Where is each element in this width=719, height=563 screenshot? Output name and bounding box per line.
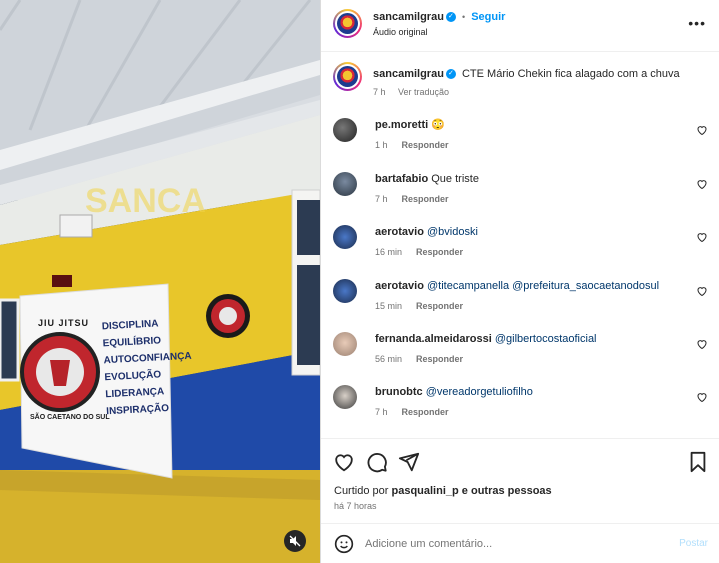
like-comment-icon[interactable] bbox=[696, 178, 708, 190]
caption-username[interactable]: sancamilgrau bbox=[373, 68, 444, 80]
commenter-avatar[interactable] bbox=[333, 279, 357, 303]
see-translation-link[interactable]: Ver tradução bbox=[398, 87, 449, 97]
caption: sancamilgrau ✓ CTE Mário Chekin fica alag… bbox=[321, 62, 719, 102]
caption-avatar[interactable] bbox=[333, 62, 362, 91]
comment-username[interactable]: brunobtc bbox=[375, 386, 423, 398]
like-icon[interactable] bbox=[333, 451, 355, 473]
comment-time: 16 min bbox=[375, 247, 403, 257]
separator-dot: • bbox=[461, 12, 466, 22]
like-comment-icon[interactable] bbox=[696, 391, 708, 403]
author-avatar[interactable] bbox=[333, 9, 362, 38]
comment-time: 7 h bbox=[375, 194, 388, 204]
comment-time: 1 h bbox=[375, 140, 388, 150]
like-comment-icon[interactable] bbox=[696, 124, 708, 136]
author-username[interactable]: sancamilgrau bbox=[373, 11, 444, 23]
likes-prefix: Curtido por bbox=[334, 485, 389, 497]
emoji-icon[interactable] bbox=[334, 534, 354, 554]
like-comment-icon[interactable] bbox=[696, 285, 708, 297]
more-options-icon[interactable]: ••• bbox=[688, 15, 706, 31]
comment-username[interactable]: aerotavio bbox=[375, 226, 424, 238]
commenter-avatar[interactable] bbox=[333, 385, 357, 409]
comment-time: 56 min bbox=[375, 354, 403, 364]
video-frame: SANCA bbox=[0, 0, 320, 563]
comment-text: Que triste bbox=[431, 173, 479, 185]
reply-button[interactable]: Responder bbox=[416, 301, 463, 311]
post-side-panel: sancamilgrau ✓ • Seguir Áudio original ••… bbox=[320, 0, 719, 563]
watermark-text: SANCA bbox=[85, 182, 206, 220]
comment-time: 15 min bbox=[375, 301, 403, 311]
comment-icon[interactable] bbox=[366, 451, 388, 473]
caption-text: CTE Mário Chekin fica alagado com a chuv… bbox=[461, 68, 680, 80]
add-comment-bar: Postar bbox=[321, 523, 719, 563]
comment-item: fernanda.almeidarossi @gilbertocostaofic… bbox=[333, 332, 718, 372]
likes-summary: Curtido por pasqualini_p e outras pessoa… bbox=[334, 485, 552, 497]
comment-mention[interactable]: @gilbertocostaoficial bbox=[495, 333, 597, 345]
commenter-avatar[interactable] bbox=[333, 172, 357, 196]
speaker-muted-icon bbox=[289, 535, 301, 547]
reply-button[interactable]: Responder bbox=[402, 407, 449, 417]
audio-link[interactable]: Áudio original bbox=[373, 27, 428, 37]
commenter-avatar[interactable] bbox=[333, 332, 357, 356]
banner-words: DISCIPLINA EQUILÍBRIO AUTOCONFIANÇA EVOL… bbox=[101, 314, 194, 420]
reply-button[interactable]: Responder bbox=[402, 140, 449, 150]
share-icon[interactable] bbox=[398, 451, 420, 473]
comment-text: 😳 bbox=[431, 119, 445, 131]
reply-button[interactable]: Responder bbox=[416, 354, 463, 364]
comment-username[interactable]: aerotavio bbox=[375, 280, 424, 292]
like-comment-icon[interactable] bbox=[696, 338, 708, 350]
banner-title: JIU JITSU bbox=[38, 318, 90, 328]
follow-button[interactable]: Seguir bbox=[471, 11, 505, 23]
post-time: há 7 horas bbox=[334, 501, 377, 511]
likes-user[interactable]: pasqualini_p bbox=[391, 485, 458, 497]
comment-mention[interactable]: @bvidoski bbox=[427, 226, 478, 238]
comment-item: bartafabio Que triste 7 h Responder bbox=[333, 172, 718, 212]
mute-button[interactable] bbox=[284, 530, 306, 552]
comment-username[interactable]: pe.moretti bbox=[375, 119, 428, 131]
post-header: sancamilgrau ✓ • Seguir Áudio original ••… bbox=[321, 0, 719, 52]
post-actions: Curtido por pasqualini_p e outras pessoa… bbox=[321, 438, 719, 524]
comment-username[interactable]: fernanda.almeidarossi bbox=[375, 333, 492, 345]
banner-subtitle: SÃO CAETANO DO SUL bbox=[30, 414, 110, 421]
comment-item: pe.moretti 😳 1 h Responder bbox=[333, 118, 718, 158]
likes-suffix[interactable]: e outras pessoas bbox=[462, 485, 552, 497]
like-comment-icon[interactable] bbox=[696, 231, 708, 243]
comment-input[interactable] bbox=[365, 535, 655, 553]
comment-mention[interactable]: @vereadorgetuliofilho bbox=[426, 386, 533, 398]
comment-mention[interactable]: @titecampanella @prefeitura_saocaetanodo… bbox=[427, 280, 659, 292]
save-icon[interactable] bbox=[688, 451, 708, 473]
comment-item: brunobtc @vereadorgetuliofilho 7 h Respon… bbox=[333, 385, 718, 425]
reply-button[interactable]: Responder bbox=[402, 194, 449, 204]
comment-item: aerotavio @titecampanella @prefeitura_sa… bbox=[333, 279, 718, 319]
post-video[interactable]: SANCA DISCIPLINA EQUILÍBRIO AUTOCONFIANÇ… bbox=[0, 0, 320, 563]
verified-icon: ✓ bbox=[445, 12, 456, 23]
reply-button[interactable]: Responder bbox=[416, 247, 463, 257]
commenter-avatar[interactable] bbox=[333, 118, 357, 142]
comment-username[interactable]: bartafabio bbox=[375, 173, 428, 185]
comment-item: aerotavio @bvidoski 16 min Responder bbox=[333, 225, 718, 265]
commenter-avatar[interactable] bbox=[333, 225, 357, 249]
comment-time: 7 h bbox=[375, 407, 388, 417]
verified-icon: ✓ bbox=[445, 69, 456, 80]
post-comment-button[interactable]: Postar bbox=[679, 538, 708, 549]
caption-time: 7 h bbox=[373, 87, 386, 97]
